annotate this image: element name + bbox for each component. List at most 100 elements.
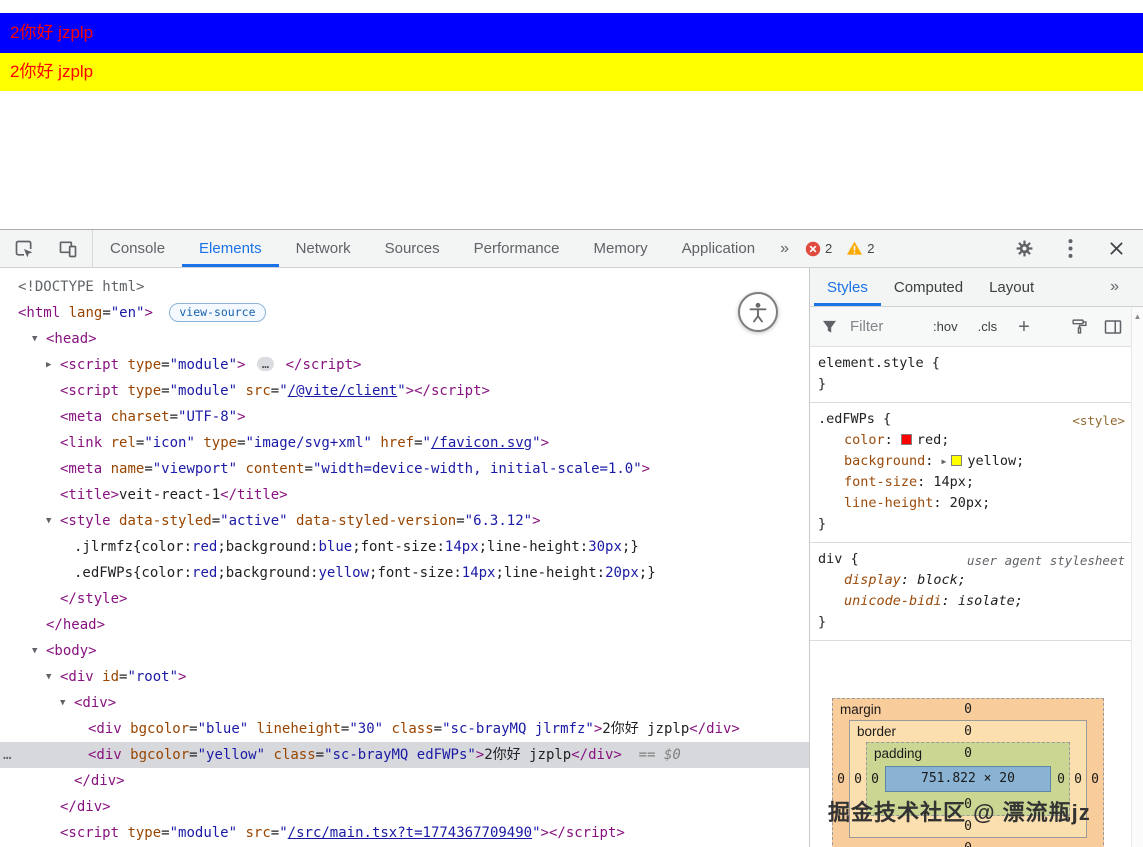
kebab-menu-icon[interactable] <box>1059 238 1081 260</box>
inline-expand-icon[interactable]: … <box>257 357 274 371</box>
resource-link[interactable]: /src/main.tsx?t=1774367709490 <box>288 825 532 841</box>
code-row[interactable]: </div> <box>0 768 809 794</box>
gear-icon[interactable] <box>1013 238 1035 260</box>
tab-network[interactable]: Network <box>279 230 368 267</box>
code-row[interactable]: ▶<script type="module"> … </script> <box>0 352 809 378</box>
sidebar-panel-toggle-icon[interactable] <box>1101 315 1125 339</box>
code-token: " <box>279 383 287 399</box>
tab-sources[interactable]: Sources <box>368 230 457 267</box>
inspect-element-icon[interactable] <box>12 237 36 261</box>
sidebar-tab-computed[interactable]: Computed <box>881 268 976 306</box>
code-row[interactable]: } <box>810 374 1143 395</box>
rule-source-link[interactable]: <style> <box>1072 410 1125 431</box>
padding-left-value[interactable]: 0 <box>867 772 883 787</box>
toggle-element-class-button[interactable]: .cls <box>973 317 1003 336</box>
sidebar-tab-styles[interactable]: Styles <box>814 268 881 306</box>
warning-badge[interactable]: 2 <box>846 241 874 256</box>
code-token: </title> <box>220 487 287 503</box>
code-row[interactable]: <script type="module" src="/@vite/client… <box>0 378 809 404</box>
sidebar-tab-layout[interactable]: Layout <box>976 268 1047 306</box>
code-row[interactable]: <link rel="icon" type="image/svg+xml" hr… <box>0 430 809 456</box>
code-row[interactable]: line-height: 20px; <box>810 493 1143 514</box>
code-row[interactable]: unicode-bidi: isolate; <box>810 591 1143 612</box>
boxmodel-content[interactable]: 751.822 × 20 <box>885 766 1051 792</box>
accessibility-button[interactable] <box>738 292 778 332</box>
code-token: 2你好 jzplp <box>602 721 689 737</box>
new-style-rule-button[interactable]: + <box>1012 317 1036 337</box>
code-row[interactable]: <!DOCTYPE html> <box>0 274 809 300</box>
code-row[interactable]: font-size: 14px; <box>810 472 1143 493</box>
code-token <box>102 435 110 451</box>
toggle-pseudo-state-button[interactable]: :hov <box>928 317 963 336</box>
border-left-value[interactable]: 0 <box>850 772 866 787</box>
expander-icon[interactable]: ▼ <box>32 326 46 352</box>
expander-icon[interactable]: ▼ <box>46 508 60 534</box>
code-row[interactable]: .jlrmfz{color:red;background:blue;font-s… <box>0 534 809 560</box>
code-row[interactable]: .edFWPs {<style> <box>810 409 1143 430</box>
expander-icon[interactable]: ▶ <box>46 352 60 378</box>
expander-icon[interactable]: ▼ <box>32 638 46 664</box>
view-source-badge[interactable]: view-source <box>169 303 265 322</box>
tab-application[interactable]: Application <box>665 230 772 267</box>
close-icon[interactable] <box>1105 238 1127 260</box>
more-tabs-icon[interactable]: » <box>772 230 797 267</box>
error-badge[interactable]: 2 <box>805 241 832 257</box>
code-token: class <box>392 721 434 737</box>
brush-icon[interactable] <box>1067 315 1091 339</box>
code-row[interactable]: div {user agent stylesheet <box>810 549 1143 570</box>
color-swatch[interactable] <box>901 434 912 445</box>
color-swatch[interactable] <box>951 455 962 466</box>
code-row[interactable]: <meta name="viewport" content="width=dev… <box>0 456 809 482</box>
tab-elements[interactable]: Elements <box>182 230 279 267</box>
code-row[interactable]: ▼<div id="root"> <box>0 664 809 690</box>
border-top-value[interactable]: 0 <box>964 724 972 739</box>
code-row[interactable]: element.style { <box>810 353 1143 374</box>
scroll-up-icon[interactable]: ▲ <box>1132 308 1143 321</box>
code-row[interactable]: <html lang="en"> view-source <box>0 300 809 326</box>
resource-link[interactable]: /@vite/client <box>288 383 398 399</box>
code-row[interactable]: } <box>810 514 1143 535</box>
expander-icon[interactable]: ▼ <box>46 664 60 690</box>
code-row[interactable]: ▼<style data-styled="active" data-styled… <box>0 508 809 534</box>
code-row[interactable]: </head> <box>0 612 809 638</box>
margin-left-value[interactable]: 0 <box>833 772 849 787</box>
code-token: <head> <box>46 331 97 347</box>
styles-scrollbar[interactable]: ▲ <box>1131 308 1143 847</box>
code-token: div <box>818 551 842 567</box>
tab-performance[interactable]: Performance <box>457 230 577 267</box>
code-row[interactable]: .edFWPs{color:red;background:yellow;font… <box>0 560 809 586</box>
padding-top-value[interactable]: 0 <box>964 746 972 761</box>
code-row[interactable]: </div> <box>0 794 809 820</box>
selected-tree-row[interactable]: <div bgcolor="yellow" class="sc-brayMQ e… <box>0 742 809 768</box>
tab-console[interactable]: Console <box>93 230 182 267</box>
code-token <box>94 669 102 685</box>
code-token: <div <box>88 747 122 763</box>
code-row[interactable]: display: block; <box>810 570 1143 591</box>
border-right-value[interactable]: 0 <box>1070 772 1086 787</box>
code-row[interactable]: background: ▶yellow; <box>810 451 1143 472</box>
code-row[interactable]: ▼<div> <box>0 690 809 716</box>
code-row[interactable]: ▼<head> <box>0 326 809 352</box>
margin-top-value[interactable]: 0 <box>964 702 972 717</box>
tab-memory[interactable]: Memory <box>577 230 665 267</box>
expander-icon[interactable]: ▼ <box>60 690 74 716</box>
code-row[interactable]: <script type="module" src="/src/main.tsx… <box>0 820 809 846</box>
code-row[interactable]: } <box>810 612 1143 633</box>
styles-filter-input[interactable] <box>848 317 918 336</box>
code-row[interactable]: <meta charset="UTF-8"> <box>0 404 809 430</box>
code-row[interactable]: color: red; <box>810 430 1143 451</box>
code-token: 30px <box>588 539 622 555</box>
code-row[interactable]: <title>veit-react-1</title> <box>0 482 809 508</box>
code-row[interactable]: <div bgcolor="blue" lineheight="30" clas… <box>0 716 809 742</box>
margin-right-value[interactable]: 0 <box>1087 772 1103 787</box>
margin-bottom-value[interactable]: 0 <box>964 841 972 847</box>
device-toolbar-icon[interactable] <box>56 237 80 261</box>
sidebar-more-tabs-icon[interactable]: » <box>1102 268 1127 306</box>
code-row[interactable]: </style> <box>0 586 809 612</box>
padding-right-value[interactable]: 0 <box>1053 772 1069 787</box>
code-token: class <box>273 747 315 763</box>
resource-link[interactable]: /favicon.svg <box>431 435 532 451</box>
shorthand-expand-icon[interactable]: ▶ <box>942 457 947 466</box>
row-overflow-menu-icon[interactable]: … <box>3 742 11 768</box>
code-row[interactable]: ▼<body> <box>0 638 809 664</box>
